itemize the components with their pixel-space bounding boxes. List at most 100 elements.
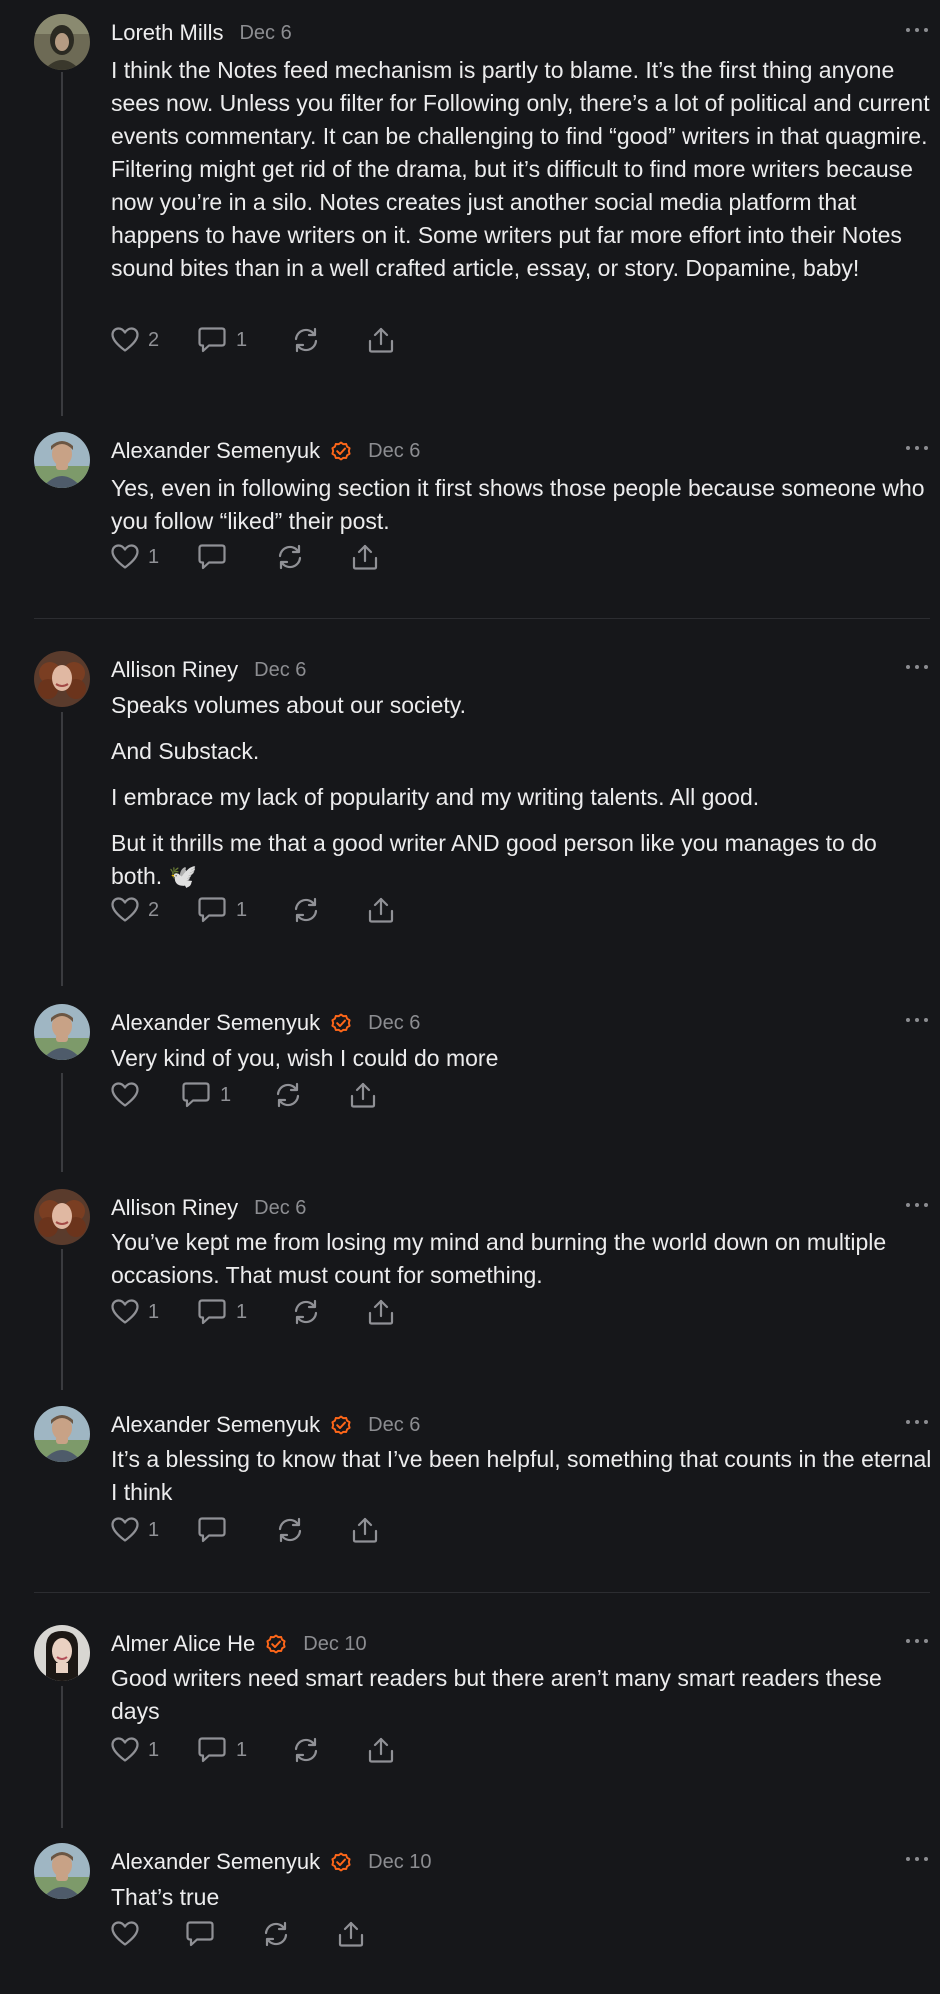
share-button[interactable] (367, 326, 395, 354)
ellipsis-icon[interactable] (906, 446, 928, 452)
heart-icon (111, 1921, 139, 1947)
like-button[interactable]: 1 (111, 544, 159, 570)
author-name[interactable]: Alexander Semenyuk (111, 1849, 320, 1875)
comment-paragraph: Very kind of you, wish I could do more (111, 1045, 499, 1071)
like-button[interactable]: 1 (111, 1737, 159, 1763)
reply-count: 1 (236, 1738, 248, 1761)
author-name[interactable]: Alexander Semenyuk (111, 1010, 320, 1036)
speech-bubble-icon (197, 543, 227, 571)
ellipsis-icon[interactable] (906, 28, 928, 34)
avatar[interactable] (34, 1406, 90, 1462)
comment-paragraph: I embrace my lack of popularity and my w… (111, 784, 760, 810)
avatar[interactable] (34, 1843, 90, 1899)
author-name[interactable]: Alexander Semenyuk (111, 438, 320, 464)
avatar[interactable] (34, 432, 90, 488)
like-button[interactable]: 1 (111, 1517, 159, 1543)
share-icon (349, 1081, 377, 1109)
comment-date[interactable]: Dec 6 (368, 1414, 420, 1437)
reply-button[interactable]: 1 (197, 1736, 247, 1764)
share-icon (367, 1736, 395, 1764)
comment-header: Allison Riney Dec 6 (111, 1193, 306, 1223)
avatar[interactable] (34, 651, 90, 707)
speech-bubble-icon (185, 1920, 215, 1948)
thread-line (61, 1686, 63, 1828)
speech-bubble-icon (197, 1736, 227, 1764)
restack-button[interactable] (275, 543, 305, 571)
restack-button[interactable] (273, 1081, 303, 1109)
share-icon (351, 1516, 379, 1544)
restack-button[interactable] (261, 1920, 291, 1948)
comment-date[interactable]: Dec 6 (368, 1012, 420, 1035)
restack-button[interactable] (291, 1736, 321, 1764)
comment-body: It’s a blessing to know that I’ve been h… (111, 1443, 933, 1509)
avatar[interactable] (34, 1004, 90, 1060)
ellipsis-icon[interactable] (906, 1018, 928, 1024)
share-button[interactable] (367, 896, 395, 924)
reply-button[interactable]: 1 (181, 1081, 231, 1109)
reply-button[interactable] (197, 1516, 227, 1544)
verified-check-icon (265, 1633, 287, 1655)
comment-body: Very kind of you, wish I could do more (111, 1042, 933, 1075)
thread-line (61, 712, 63, 986)
ellipsis-icon[interactable] (906, 1203, 928, 1209)
comment-date[interactable]: Dec 6 (239, 22, 291, 45)
like-button[interactable] (111, 1082, 139, 1108)
comment-header: Loreth Mills Dec 6 (111, 18, 292, 48)
comment-header: Allison Riney Dec 6 (111, 655, 306, 685)
restack-icon (291, 326, 321, 354)
comment-paragraph: Speaks volumes about our society. (111, 692, 466, 718)
restack-button[interactable] (291, 896, 321, 924)
ellipsis-icon[interactable] (906, 1420, 928, 1426)
comment-date[interactable]: Dec 6 (368, 440, 420, 463)
reply-button[interactable]: 1 (197, 326, 247, 354)
author-name[interactable]: Allison Riney (111, 657, 238, 683)
reply-button[interactable]: 1 (197, 1298, 247, 1326)
comment-date[interactable]: Dec 6 (254, 1197, 306, 1220)
heart-icon (111, 327, 139, 353)
verified-check-icon (330, 1851, 352, 1873)
comment-body: Yes, even in following section it first … (111, 472, 933, 538)
comment-body: That’s true (111, 1881, 933, 1914)
share-button[interactable] (351, 543, 379, 571)
share-button[interactable] (367, 1298, 395, 1326)
reply-button[interactable] (197, 543, 227, 571)
avatar[interactable] (34, 1625, 90, 1681)
restack-button[interactable] (275, 1516, 305, 1544)
speech-bubble-icon (181, 1081, 211, 1109)
ellipsis-icon[interactable] (906, 1639, 928, 1645)
reply-button[interactable] (185, 1920, 215, 1948)
reply-button[interactable]: 1 (197, 896, 247, 924)
reply-count: 1 (236, 328, 248, 351)
like-button[interactable]: 1 (111, 1299, 159, 1325)
share-button[interactable] (337, 1920, 365, 1948)
reply-count: 1 (236, 898, 248, 921)
like-button[interactable]: 2 (111, 897, 159, 923)
like-count: 2 (148, 328, 160, 351)
restack-icon (273, 1081, 303, 1109)
comment-date[interactable]: Dec 10 (368, 1851, 431, 1874)
ellipsis-icon[interactable] (906, 1857, 928, 1863)
thread-line (61, 1073, 63, 1172)
share-button[interactable] (349, 1081, 377, 1109)
share-button[interactable] (367, 1736, 395, 1764)
avatar[interactable] (34, 1189, 90, 1245)
comment-date[interactable]: Dec 6 (254, 659, 306, 682)
like-button[interactable] (111, 1921, 139, 1947)
share-button[interactable] (351, 1516, 379, 1544)
speech-bubble-icon (197, 1516, 227, 1544)
restack-button[interactable] (291, 1298, 321, 1326)
share-icon (367, 896, 395, 924)
verified-check-icon (330, 1414, 352, 1436)
like-button[interactable]: 2 (111, 327, 159, 353)
restack-button[interactable] (291, 326, 321, 354)
author-name[interactable]: Alexander Semenyuk (111, 1412, 320, 1438)
avatar[interactable] (34, 14, 90, 70)
restack-icon (275, 543, 305, 571)
author-name[interactable]: Almer Alice He (111, 1631, 255, 1657)
author-name[interactable]: Loreth Mills (111, 20, 223, 46)
author-name[interactable]: Allison Riney (111, 1195, 238, 1221)
comment-body: Good writers need smart readers but ther… (111, 1662, 933, 1728)
comment-date[interactable]: Dec 10 (303, 1633, 366, 1656)
reply-count: 1 (220, 1083, 232, 1106)
ellipsis-icon[interactable] (906, 665, 928, 671)
